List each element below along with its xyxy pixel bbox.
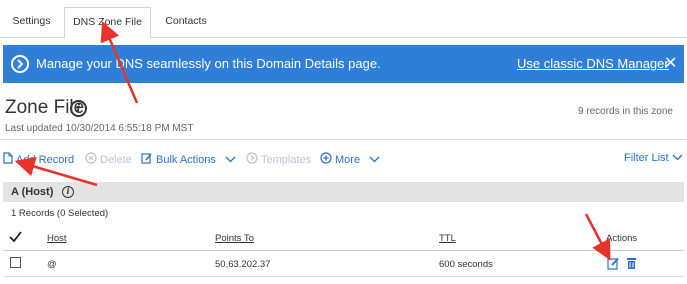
select-all-check-icon[interactable]	[9, 231, 22, 246]
classic-dns-manager-link[interactable]: Use classic DNS Manager	[517, 56, 669, 71]
chevron-down-icon	[672, 152, 683, 164]
column-header-points-to[interactable]: Points To	[215, 233, 254, 244]
tab-bar: Settings DNS Zone File Contacts	[0, 0, 687, 39]
tab-settings[interactable]: Settings	[4, 7, 59, 38]
table-header: Host Points To TTL Actions	[3, 229, 684, 251]
section-title: A (Host)	[11, 186, 54, 198]
chevron-right-circle-icon	[11, 55, 29, 73]
section-header-a-host: A (Host) i	[3, 182, 684, 202]
bulk-actions-button[interactable]: Bulk Actions	[141, 152, 236, 167]
delete-label: Delete	[100, 153, 132, 166]
table-row: @ 50.63.202.37 600 seconds	[3, 252, 684, 277]
document-icon	[3, 152, 13, 167]
chevron-down-icon	[369, 154, 380, 166]
last-updated-text: Last updated 10/30/2014 6:55:18 PM MST	[5, 123, 194, 134]
filter-list-label: Filter List	[624, 152, 669, 164]
templates-label: Templates	[261, 153, 312, 166]
row-checkbox[interactable]	[10, 257, 21, 268]
cell-host: @	[47, 259, 57, 270]
info-banner: Manage your DNS seamlessly on this Domai…	[3, 45, 684, 83]
banner-message: Manage your DNS seamlessly on this Domai…	[36, 56, 381, 71]
close-icon[interactable]: ✕	[664, 53, 677, 73]
column-header-host[interactable]: Host	[47, 233, 67, 244]
cell-ttl: 600 seconds	[439, 259, 493, 270]
filter-list-button[interactable]: Filter List	[624, 152, 683, 164]
column-header-ttl[interactable]: TTL	[439, 233, 456, 244]
records-count: 9 records in this zone	[577, 106, 673, 117]
cell-points-to: 50.63.202.37	[215, 259, 271, 270]
bulk-edit-icon	[141, 152, 153, 167]
tab-contacts[interactable]: Contacts	[158, 7, 214, 38]
column-header-actions: Actions	[606, 233, 638, 244]
more-button[interactable]: More	[320, 152, 380, 167]
divider	[0, 139, 687, 140]
chevron-down-icon	[225, 154, 236, 166]
trash-icon[interactable]	[626, 257, 637, 273]
edit-icon[interactable]	[607, 257, 620, 273]
templates-button[interactable]: Templates	[246, 152, 311, 167]
tab-dns-zone-file[interactable]: DNS Zone File	[64, 7, 151, 39]
plus-circle-icon	[320, 152, 332, 167]
more-label: More	[335, 153, 361, 166]
delete-button[interactable]: Delete	[85, 152, 132, 167]
toolbar: Add Record Delete Bulk Actions Templates…	[0, 150, 687, 170]
delete-circle-icon	[85, 152, 97, 167]
chevron-right-circle-icon	[246, 152, 258, 167]
selection-count: 1 Records (0 Selected)	[11, 208, 109, 219]
info-icon[interactable]: i	[62, 186, 74, 198]
add-record-label: Add Record	[16, 153, 75, 166]
bulk-actions-label: Bulk Actions	[156, 153, 216, 166]
add-record-button[interactable]: Add Record	[3, 152, 74, 167]
info-icon[interactable]: i	[70, 100, 87, 117]
